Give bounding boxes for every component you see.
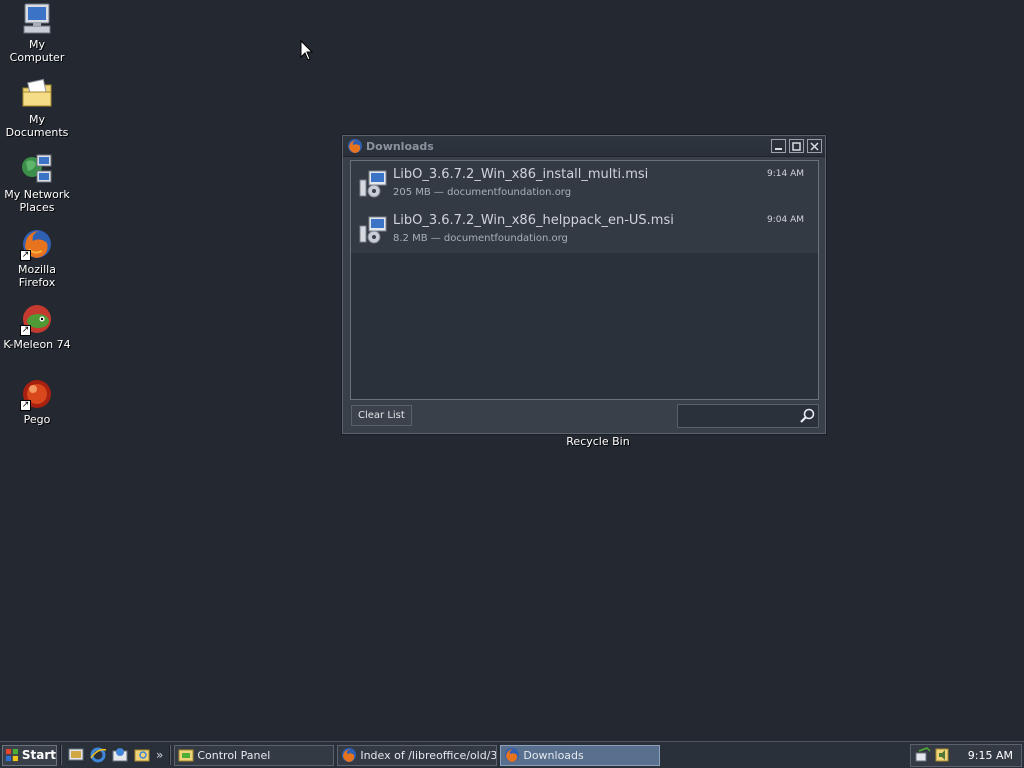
search-field[interactable] <box>677 404 819 428</box>
download-meta: 205 MB — documentfoundation.org <box>393 187 572 198</box>
show-desktop-icon[interactable] <box>67 746 85 764</box>
download-meta: 8.2 MB — documentfoundation.org <box>393 233 568 244</box>
task-label: Index of /libreoffice/old/3... <box>360 748 498 762</box>
firefox-icon <box>348 139 362 153</box>
close-icon <box>810 141 819 151</box>
search-input[interactable] <box>678 405 796 427</box>
start-button[interactable]: Start <box>2 744 57 766</box>
firefox-icon: ↗ <box>20 227 54 261</box>
window-titlebar[interactable]: Downloads <box>343 136 825 157</box>
kmeleon-icon: ↗ <box>20 302 54 336</box>
taskbar-separator <box>60 745 62 765</box>
volume-tray-icon[interactable] <box>934 747 950 763</box>
desktop-icon-kmeleon[interactable]: ↗ K-Meleon 74 <box>0 302 74 351</box>
pego-icon: ↗ <box>20 377 54 411</box>
minimize-icon <box>775 147 782 150</box>
download-time: 9:04 AM <box>767 215 804 225</box>
task-firefox-index[interactable]: Index of /libreoffice/old/3... <box>337 744 498 766</box>
downloads-window: Downloads LibO_3.6.7.2_Win_x86_install_m… <box>342 135 826 434</box>
my-documents-icon <box>20 77 54 111</box>
search-icon[interactable] <box>799 408 815 424</box>
maximize-button[interactable] <box>789 139 804 153</box>
windows-flag-icon <box>5 748 18 762</box>
shortcut-arrow-icon: ↗ <box>20 325 31 336</box>
shortcut-arrow-icon: ↗ <box>20 400 31 411</box>
msi-installer-icon <box>359 216 387 244</box>
download-item[interactable]: LibO_3.6.7.2_Win_x86_install_multi.msi 2… <box>351 161 818 207</box>
task-control-panel[interactable]: Control Panel <box>174 744 335 766</box>
desktop-icon-label: Pego <box>23 413 51 426</box>
taskbar: Start » Control Panel Index of /libreoff… <box>0 741 1024 768</box>
firefox-icon <box>342 748 357 762</box>
firefox-icon <box>505 748 520 762</box>
shortcut-arrow-icon: ↗ <box>20 250 31 261</box>
desktop-icon-pego[interactable]: ↗ Pego <box>0 377 74 426</box>
desktop-icon-label: Mozilla Firefox <box>18 263 56 289</box>
task-label: Downloads <box>523 748 584 762</box>
desktop-icon-firefox[interactable]: ↗ Mozilla Firefox <box>0 227 74 289</box>
clear-list-button[interactable]: Clear List <box>351 405 412 426</box>
download-filename: LibO_3.6.7.2_Win_x86_install_multi.msi <box>393 167 649 182</box>
internet-explorer-icon[interactable] <box>89 746 107 764</box>
recycle-bin-label[interactable]: Recycle Bin <box>560 435 636 448</box>
desktop-icon-label: K-Meleon 74 <box>3 338 71 351</box>
quick-launch: » <box>65 746 166 764</box>
my-computer-icon <box>20 2 54 36</box>
taskbar-separator <box>169 745 172 765</box>
system-tray: 9:15 AM <box>910 743 1022 767</box>
download-filename: LibO_3.6.7.2_Win_x86_helppack_en-US.msi <box>393 213 674 228</box>
desktop-icon-label: My Computer <box>9 38 65 64</box>
desktop-icon-my-documents[interactable]: My Documents <box>0 77 74 139</box>
close-button[interactable] <box>807 139 822 153</box>
maximize-icon <box>792 141 801 151</box>
start-label: Start <box>21 748 56 762</box>
outlook-express-icon[interactable] <box>111 746 129 764</box>
network-places-icon <box>20 152 54 186</box>
mouse-pointer-icon <box>300 40 314 61</box>
search-folder-icon[interactable] <box>133 746 151 764</box>
control-panel-icon <box>178 749 194 762</box>
taskbar-clock[interactable]: 9:15 AM <box>968 749 1013 762</box>
msi-installer-icon <box>359 170 387 198</box>
desktop-icon-my-computer[interactable]: My Computer <box>0 2 74 64</box>
network-tray-icon[interactable] <box>915 747 931 763</box>
task-downloads[interactable]: Downloads <box>500 744 661 766</box>
quick-launch-more-button[interactable]: » <box>156 748 163 762</box>
window-title: Downloads <box>366 139 434 153</box>
task-label: Control Panel <box>197 748 271 762</box>
desktop-icon-network-places[interactable]: My Network Places <box>0 152 74 214</box>
minimize-button[interactable] <box>771 139 786 153</box>
downloads-bottom-bar: Clear List <box>350 404 819 428</box>
download-item[interactable]: LibO_3.6.7.2_Win_x86_helppack_en-US.msi … <box>351 207 818 253</box>
desktop-icon-label: My Documents <box>5 113 69 139</box>
downloads-list[interactable]: LibO_3.6.7.2_Win_x86_install_multi.msi 2… <box>350 160 819 400</box>
desktop-icon-label: My Network Places <box>4 188 70 214</box>
download-time: 9:14 AM <box>767 169 804 179</box>
